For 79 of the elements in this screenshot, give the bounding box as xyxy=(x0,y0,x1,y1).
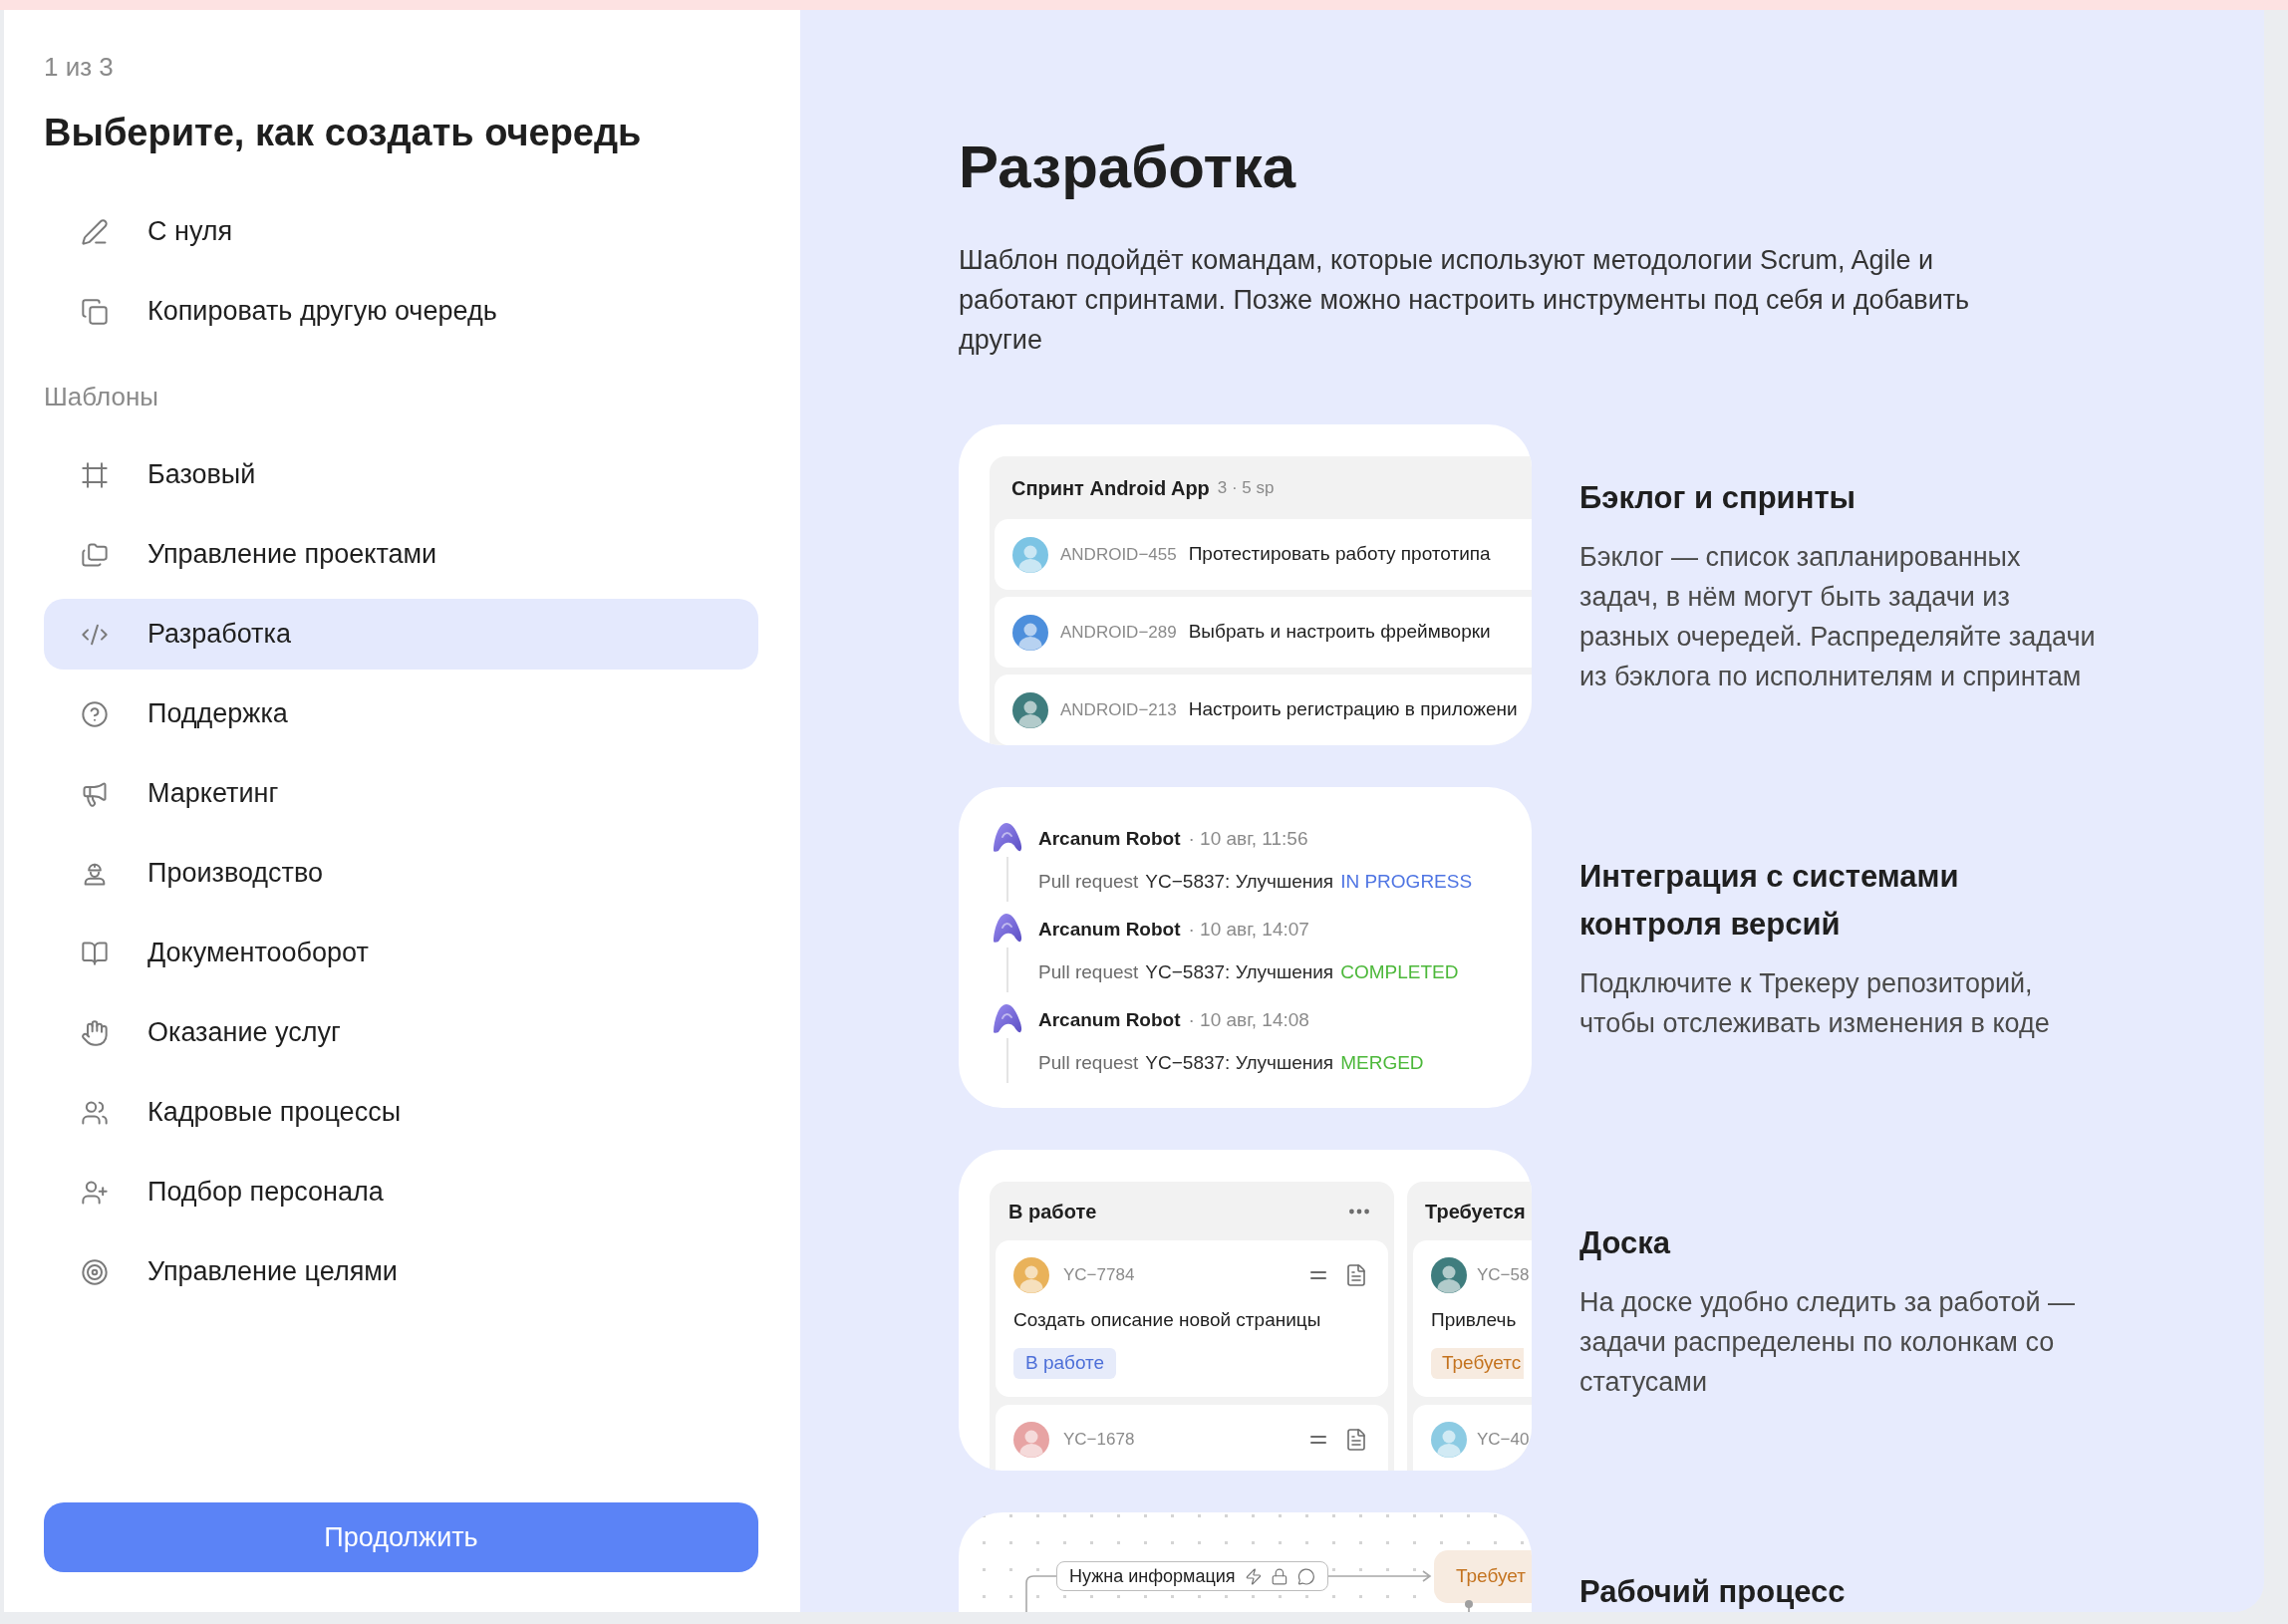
arch-logo-icon xyxy=(992,912,1023,944)
task-summary: Создать описание новой страницы xyxy=(1013,1308,1321,1332)
event-time: · 10 авг, 14:07 xyxy=(1188,917,1309,942)
avatar-icon xyxy=(1013,1422,1049,1458)
task-key: ANDROID−289 xyxy=(1060,619,1177,646)
section-heading: Шаблоны xyxy=(44,381,159,412)
task-row[interactable]: ANDROID−213 Настроить регистрацию в приложени xyxy=(995,675,1532,745)
task-key: ANDROID−213 xyxy=(1060,696,1177,723)
task-key: YC−7784 xyxy=(1063,1262,1135,1288)
pencil-icon xyxy=(81,217,109,246)
status-label: COMPLETED xyxy=(1340,959,1459,984)
frame-icon xyxy=(81,460,109,489)
copy-icon xyxy=(81,297,109,326)
task-key: YC−1678 xyxy=(1063,1427,1135,1453)
hand-icon xyxy=(81,1018,109,1047)
avatar-icon xyxy=(1012,614,1048,651)
arch-logo-icon xyxy=(992,1002,1023,1034)
status-tag: Требуетс xyxy=(1431,1348,1525,1379)
feature-title: Доска xyxy=(1579,1223,1672,1262)
feature-description: На доске удобно следить за работой — задачи распределены по колонкам со статусами xyxy=(1579,1285,2077,1399)
event-subject: YC−5837: Улучшения xyxy=(1145,959,1334,984)
board-card[interactable]: YC−40 xyxy=(1413,1405,1532,1471)
avatar-icon xyxy=(1431,1422,1467,1458)
author-name: Arcanum Robot xyxy=(1038,826,1181,851)
template-description: Шаблон подойдёт командам, которые используют методологии Scrum, Agile и работают спринтами. Позже можно настроить инструменты под себя и добавить другие xyxy=(959,244,1971,357)
task-key: ANDROID−455 xyxy=(1060,541,1177,568)
task-row[interactable]: ANDROID−289 Выбрать и настроить фреймворки xyxy=(995,597,1532,668)
template-title: Разработка xyxy=(959,133,1297,202)
transition-label: Нужна информация xyxy=(1069,1564,1236,1588)
event-time: · 10 авг, 14:08 xyxy=(1188,1007,1309,1032)
author-name: Arcanum Robot xyxy=(1038,917,1181,942)
task-summary: Настроить регистрацию в приложени xyxy=(1188,697,1518,722)
megaphone-icon xyxy=(81,779,109,808)
avatar-icon xyxy=(1013,1257,1049,1293)
feature-title: Интеграция с системами контроля версий xyxy=(1579,857,1960,944)
status-label: MERGED xyxy=(1340,1050,1424,1075)
board-card[interactable]: YC−1678 xyxy=(996,1405,1388,1471)
arch-logo-icon xyxy=(992,821,1023,853)
event-action: Pull request xyxy=(1038,959,1139,984)
column-title: В работе xyxy=(1008,1199,1097,1224)
column-title: Требуется xyxy=(1425,1199,1526,1224)
page-title: Выберите, как создать очередь xyxy=(44,111,643,155)
sprint-title: Спринт Android App xyxy=(1011,475,1210,501)
task-summary: Протестировать работу прототипа xyxy=(1188,542,1491,567)
document-icon xyxy=(1344,1263,1368,1287)
event-subject: YC−5837: Улучшения xyxy=(1145,869,1334,894)
feature-title: Рабочий процесс xyxy=(1579,1573,1847,1611)
task-key: YC−58 xyxy=(1477,1262,1530,1288)
chat-icon xyxy=(1297,1566,1315,1586)
status-label: IN PROGRESS xyxy=(1340,869,1473,894)
lock-icon xyxy=(1271,1566,1289,1586)
feature-title: Бэклог и спринты xyxy=(1579,478,1858,517)
lightning-icon xyxy=(1244,1566,1263,1586)
task-summary: Выбрать и настроить фреймворки xyxy=(1188,620,1491,645)
connector-line xyxy=(1022,1574,1058,1612)
avatar-icon xyxy=(1012,691,1048,728)
connector-line xyxy=(1464,1599,1474,1612)
event-action: Pull request xyxy=(1038,869,1139,894)
avatar-icon xyxy=(1431,1257,1467,1293)
document-icon xyxy=(1344,1428,1368,1452)
status-tag: В работе xyxy=(1013,1348,1117,1379)
event-subject: YC−5837: Улучшения xyxy=(1145,1050,1334,1075)
feature-description: Бэклог — список запланированных задач, в нём могут быть задачи из разных очередей. Распределяйте задачи из бэклога по исполнителям и спринтам xyxy=(1579,540,2097,693)
task-row[interactable]: ANDROID−455 Протестировать работу прототипа xyxy=(995,519,1532,590)
feature-description: Подключите к Трекеру репозиторий, чтобы отслеживать изменения в коде xyxy=(1579,966,2051,1040)
avatar-icon xyxy=(1012,536,1048,573)
help-icon xyxy=(81,699,109,728)
board-card[interactable]: YC−7784 Создать описание новой страницы В работе xyxy=(996,1240,1388,1397)
sidebar-option[interactable]: Разработка xyxy=(44,599,758,670)
board-card[interactable]: YC−58 Привлечь Требуетс xyxy=(1413,1240,1532,1397)
transition-node[interactable]: Нужна информация xyxy=(1056,1561,1328,1591)
target-icon xyxy=(81,1257,109,1286)
author-name: Arcanum Robot xyxy=(1038,1007,1181,1032)
task-summary: Привлечь xyxy=(1431,1308,1517,1332)
step-counter: 1 из 3 xyxy=(44,51,115,83)
sprint-meta: 3 · 5 sp xyxy=(1217,476,1275,499)
event-action: Pull request xyxy=(1038,1050,1139,1075)
event-time: · 10 авг, 11:56 xyxy=(1188,826,1308,851)
task-key: YC−40 xyxy=(1477,1427,1530,1453)
